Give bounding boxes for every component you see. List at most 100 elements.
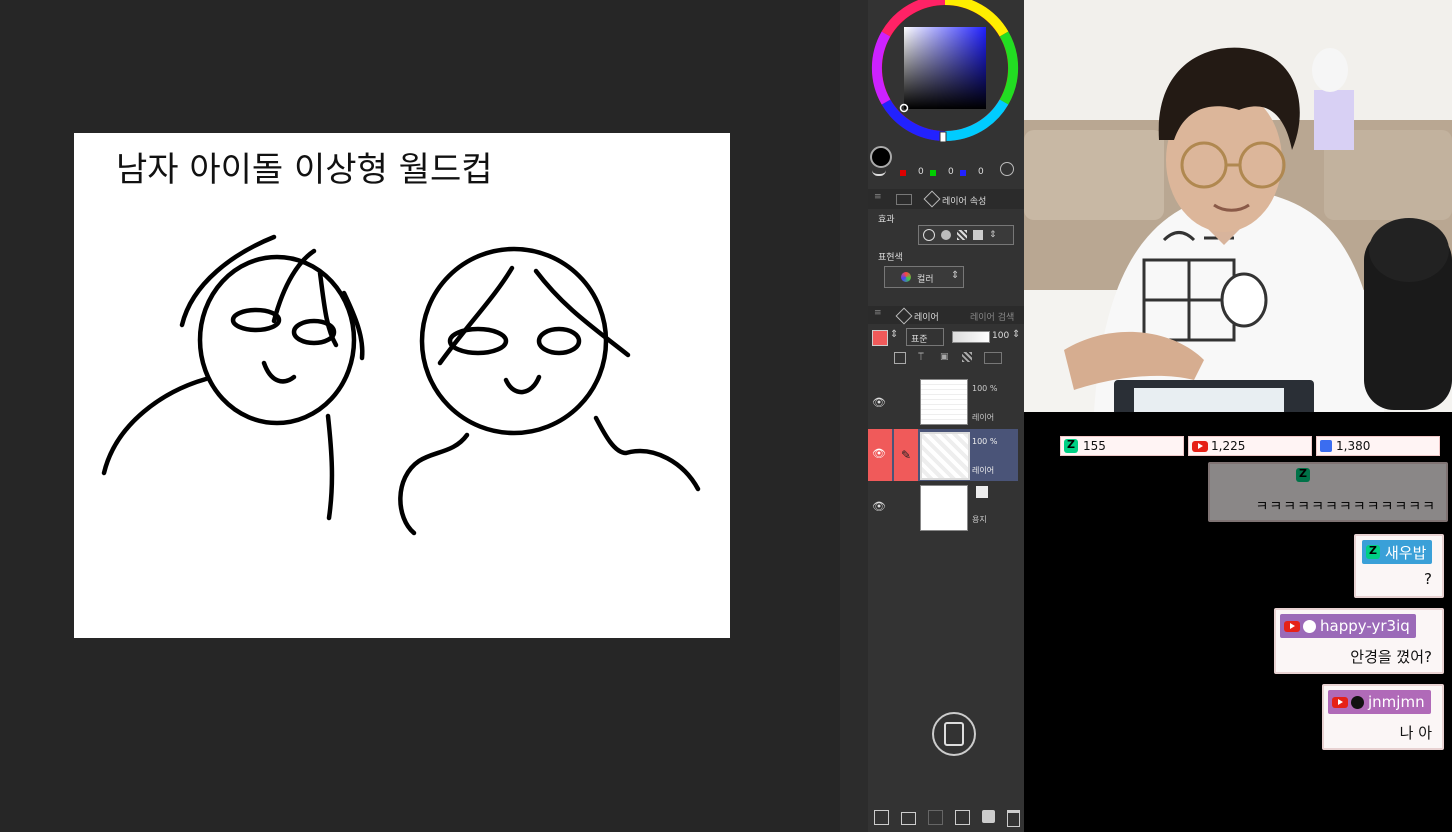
pencil-icon[interactable]: ✎ (894, 429, 918, 481)
express-color-label: 표현색 (878, 253, 903, 263)
layer-panel-tabbar: ≡ 레이어 레이어 검색 (868, 306, 1024, 325)
color-wheel[interactable] (870, 0, 1022, 150)
chevron-updown-icon: ⇕ (951, 270, 960, 281)
layer-opacity: 100 % (972, 384, 998, 393)
rgb-g-value: 0 (948, 167, 954, 177)
canvas-strokes: 남자 아이돌 이상형 월드컵 (101, 150, 701, 536)
layer-property-tab-icon[interactable] (923, 190, 941, 208)
layer-name: 용지 (972, 515, 987, 524)
trash-icon[interactable] (1007, 810, 1020, 827)
lock-icon[interactable]: ▣ (940, 352, 950, 362)
youtube-count: 1,225 (1211, 439, 1246, 453)
tool-panel: 0 0 0 ≡ 레이어 속성 효과 ⇕ 표현색 컬러 ⇕ ≡ 레이어 레이어 검… (868, 0, 1024, 832)
youtube-icon (1192, 440, 1208, 452)
stream-overlay: 155 1,225 1,380 ㅋㅋㅋㅋㅋㅋㅋㅋㅋㅋㅋㅋㅋ 새우밥 ? happ… (1024, 0, 1452, 832)
effect-buttons[interactable]: ⇕ (918, 225, 1014, 245)
express-color-value: 컬러 (917, 275, 934, 285)
rgb-r-value: 0 (918, 167, 924, 177)
create-mask-icon[interactable] (982, 810, 995, 823)
color-chip-row: 0 0 0 (868, 146, 1024, 186)
express-color-select[interactable]: 컬러 ⇕ (884, 266, 964, 288)
chzzk-icon (1296, 467, 1310, 482)
main-color-chip[interactable] (870, 146, 892, 168)
rgb-r-dot-icon (900, 170, 906, 176)
chat-username: jnmjmn (1368, 693, 1425, 711)
chat-text: 나 아 (1399, 724, 1432, 742)
new-raster-layer-icon[interactable] (874, 810, 889, 825)
chzzk-viewer-counter: 155 (1060, 436, 1184, 456)
right-shoulder-left (398, 432, 470, 536)
chevron-updown-icon[interactable]: ⇕ (890, 329, 898, 340)
youtube-viewer-counter: 1,225 (1188, 436, 1312, 456)
left-shoulder (101, 376, 209, 476)
soop-icon (1320, 440, 1332, 452)
chat-username-badge: happy-yr3iq (1280, 614, 1416, 638)
layer-thumbnail (920, 485, 968, 531)
layer-tab[interactable]: 레이어 (914, 310, 939, 323)
right-shoulder-right (593, 415, 701, 492)
layer-row-2-selected[interactable]: 👁 ✎ 100 % 레이어 (868, 429, 1018, 481)
opacity-slider[interactable] (952, 331, 990, 343)
chat-username-badge: jnmjmn (1328, 690, 1431, 714)
layer-thumbnail (920, 432, 970, 480)
canvas-title-text: 남자 아이돌 이상형 월드컵 (116, 150, 493, 190)
rotate-canvas-button[interactable] (932, 712, 976, 756)
layer-property-tab[interactable]: 레이어 속성 (942, 194, 986, 207)
clip-layer-icon[interactable] (894, 352, 906, 364)
right-eye-2 (536, 326, 582, 356)
drawing-canvas[interactable]: 남자 아이돌 이상형 월드컵 (74, 133, 730, 638)
chevron-updown-icon[interactable]: ⇕ (989, 230, 997, 240)
layer-name: 레이어 (972, 466, 995, 475)
layer-row-paper[interactable]: 👁 용지 (868, 482, 1018, 534)
brush-size-icon[interactable] (872, 168, 886, 176)
eye-icon[interactable]: 👁 (872, 396, 886, 409)
layer-tool-row: ⟙ ▣ (868, 352, 1024, 370)
combine-lower-icon[interactable] (955, 810, 970, 825)
chat-text: ㅋㅋㅋㅋㅋㅋㅋㅋㅋㅋㅋㅋㅋ (1255, 499, 1436, 515)
webcam-feed (1024, 0, 1452, 412)
soop-viewer-counter: 1,380 (1316, 436, 1440, 456)
chat-username: 새우밥 (1385, 543, 1427, 562)
mask-icon[interactable] (984, 352, 1002, 364)
blend-mode-select[interactable]: 표준 (906, 328, 944, 346)
chevron-updown-icon[interactable]: ⇕ (1012, 329, 1020, 340)
reference-layer-icon[interactable]: ⟙ (918, 352, 928, 363)
left-body-line (325, 413, 335, 521)
panel-menu-icon[interactable]: ≡ (874, 192, 882, 202)
layer-search-tab[interactable]: 레이어 검색 (970, 310, 1014, 323)
left-mouth (261, 360, 297, 384)
chat-text: ? (1424, 570, 1432, 588)
layer-color-chip[interactable] (872, 330, 888, 346)
layer-property-tabbar: ≡ 레이어 속성 (868, 189, 1024, 209)
lock-transparency-icon[interactable] (962, 352, 972, 362)
chzzk-count: 155 (1083, 439, 1106, 453)
layer-name: 레이어 (972, 413, 995, 422)
layer-blend-row: ⇕ 표준 100 ⇕ (868, 326, 1024, 348)
drawing-workspace[interactable]: 남자 아이돌 이상형 월드컵 (0, 0, 840, 832)
tone-effect-icon[interactable] (941, 230, 951, 240)
transfer-lower-icon[interactable] (928, 810, 943, 825)
layer-bottom-toolbar (868, 810, 1024, 830)
color-settings-icon[interactable] (1000, 162, 1014, 176)
tool-strip (840, 0, 868, 832)
new-folder-icon[interactable] (901, 812, 916, 825)
panel-menu-icon[interactable]: ≡ (874, 308, 882, 318)
chat-message: 새우밥 ? (1354, 534, 1444, 598)
chat-username-badge: 새우밥 (1362, 540, 1433, 564)
border-effect-icon[interactable] (923, 229, 935, 241)
layer-tab-icon[interactable] (895, 307, 913, 325)
tool-property-tab-icon[interactable] (896, 194, 912, 205)
youtube-icon (1284, 620, 1300, 632)
layer-row-1[interactable]: 👁 100 % 레이어 (868, 376, 1018, 428)
opacity-value[interactable]: 100 (992, 331, 1009, 341)
youtube-icon (1332, 696, 1348, 708)
chat-message: ㅋㅋㅋㅋㅋㅋㅋㅋㅋㅋㅋㅋㅋ (1208, 462, 1448, 522)
avatar (1303, 619, 1316, 633)
blend-mode-value: 표준 (911, 335, 928, 345)
eye-icon[interactable]: 👁 (872, 500, 886, 513)
pattern-effect-icon[interactable] (957, 230, 967, 240)
eye-icon[interactable]: 👁 (872, 447, 886, 460)
rgb-g-dot-icon (930, 170, 936, 176)
rotate-icon (944, 722, 964, 746)
layer-color-icon[interactable] (973, 230, 983, 240)
